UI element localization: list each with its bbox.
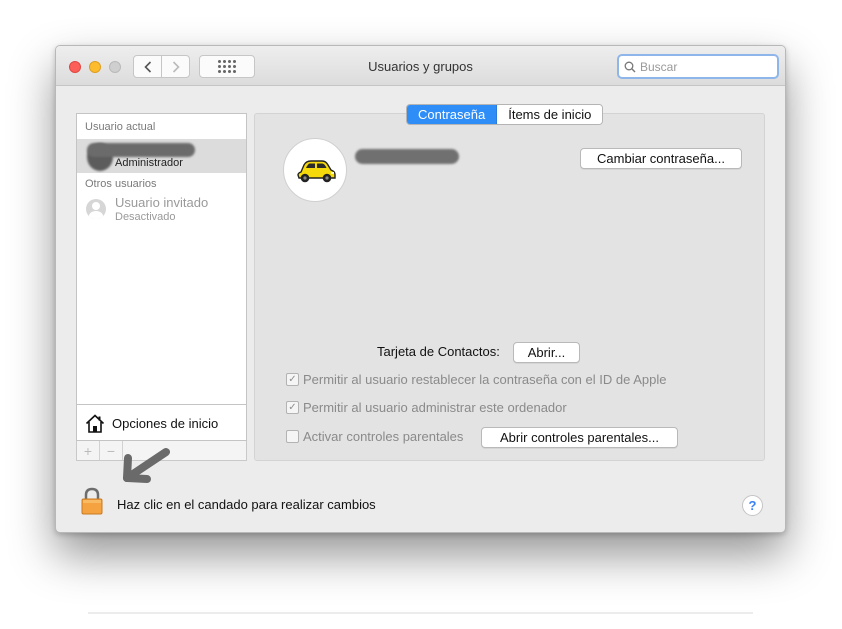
divider [88,612,753,614]
login-options-label: Opciones de inicio [112,415,219,431]
tab-login-items[interactable]: Ítems de inicio [497,105,603,124]
guest-user-status: Desactivado [115,211,176,223]
reset-password-label: Permitir al usuario restablecer la contr… [303,372,667,387]
users-groups-window: Usuarios y grupos Usuario actual Adminis… [55,45,786,533]
allow-admin-label: Permitir al usuario administrar este ord… [303,400,567,415]
open-parental-controls-button[interactable]: Abrir controles parentales... [481,427,678,448]
parental-controls-checkbox[interactable] [286,430,299,443]
user-picture[interactable] [283,138,347,202]
current-user-header: Usuario actual [85,121,156,133]
tab-bar: Contraseña Ítems de inicio [406,104,604,125]
annotation-arrow-icon [123,448,170,483]
lock-message: Haz clic en el candado para realizar cam… [117,497,376,512]
tab-password[interactable]: Contraseña [407,105,498,124]
add-user-button[interactable]: + [77,441,100,460]
yellow-car-icon [297,160,336,183]
password-panel: Cambiar contraseña... Tarjeta de Contact… [254,113,765,461]
guest-user-name: Usuario invitado [115,195,209,210]
sidebar-item-current-user[interactable]: Administrador [77,139,246,173]
titlebar: Usuarios y grupos [56,46,785,86]
contact-card-label: Tarjeta de Contactos: [377,344,500,359]
sidebar-item-guest-user[interactable]: Usuario invitado Desactivado [77,194,246,228]
other-users-header: Otros usuarios [85,178,157,190]
redacted-username [87,143,195,157]
users-sidebar: Usuario actual Administrador Otros usuar… [76,113,247,441]
change-password-button[interactable]: Cambiar contraseña... [580,148,742,169]
guest-avatar-icon [86,199,106,219]
lock-icon[interactable] [80,487,104,515]
home-icon [85,413,105,433]
reset-password-checkbox[interactable]: ✓ [286,373,299,386]
login-options-item[interactable]: Opciones de inicio [77,404,246,441]
search-icon [624,61,636,72]
redacted-full-name [355,149,459,164]
help-button[interactable]: ? [742,495,763,516]
parental-controls-label: Activar controles parentales [303,429,464,444]
open-contact-card-button[interactable]: Abrir... [513,342,580,363]
search-field[interactable] [617,54,779,79]
allow-admin-checkbox[interactable]: ✓ [286,401,299,414]
current-user-role: Administrador [115,157,183,169]
search-input[interactable] [640,59,770,74]
